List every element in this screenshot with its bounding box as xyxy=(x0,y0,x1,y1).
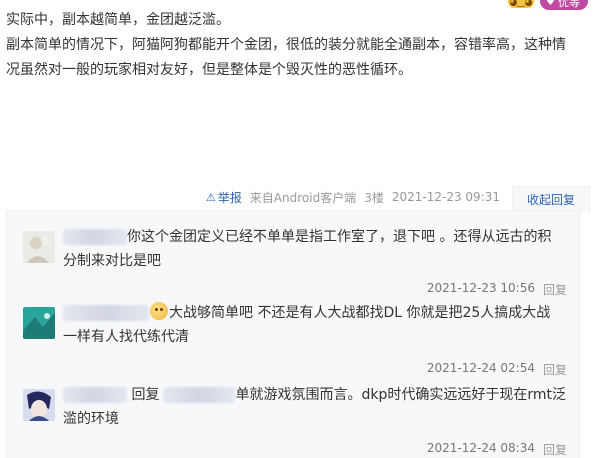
reply-meta: 2021-12-24 08:34 回复 xyxy=(427,441,567,458)
reply-meta: 2021-12-23 10:56 回复 xyxy=(427,281,567,298)
report-link[interactable]: ⚠ 举报 xyxy=(206,189,242,206)
post-meta: ⚠ 举报 来自Android客户端 3楼 2021-12-23 09:31 收起… xyxy=(0,185,590,213)
avatar[interactable] xyxy=(23,307,55,339)
reply-button[interactable]: 回复 xyxy=(543,361,567,378)
emoji-badge-icon: ◕‿◕ xyxy=(508,0,535,8)
reply-prefix: 回复 xyxy=(131,387,160,403)
reply-content: 大战够简单吧 不还是有人大战都找DL 你就是把25人搞成大战 一样有人找代练代清 xyxy=(63,301,579,349)
reply-text: 滥的环境 xyxy=(63,411,119,427)
floor-number: 3楼 xyxy=(364,190,384,205)
post-line: 副本简单的情况下，阿猫阿狗都能开个金团，很低的装分就能全通副本，容错率高，这种情 xyxy=(6,37,566,53)
reply-date: 2021-12-23 10:56 xyxy=(426,281,535,295)
reply-button[interactable]: 回复 xyxy=(543,281,567,298)
reply-username[interactable] xyxy=(63,387,127,403)
reply-mention[interactable] xyxy=(163,387,236,403)
reply-username[interactable] xyxy=(63,305,149,321)
reply-item: 大战够简单吧 不还是有人大战都找DL 你就是把25人搞成大战 一样有人找代练代清… xyxy=(23,301,575,377)
reply-username[interactable] xyxy=(63,229,127,245)
warning-icon: ⚠ xyxy=(205,190,216,204)
reply-text: 大战够简单吧 不还是有人大战都找DL 你就是把25人搞成大战 xyxy=(169,305,551,321)
report-label: 举报 xyxy=(217,190,242,205)
reply-item: 回复 单就游戏氛围而言。dkp时代确实远远好于现在rmt泛 滥的环境 2021-1… xyxy=(23,383,575,458)
reply-date: 2021-12-24 08:34 xyxy=(426,441,535,455)
reply-content: 你这个金团定义已经不单单是指工作室了，退下吧 。还得从远古的积 分制来对比是吧 xyxy=(63,225,579,273)
reply-content: 回复 单就游戏氛围而言。dkp时代确实远远好于现在rmt泛 滥的环境 xyxy=(63,383,579,431)
reply-text: 你这个金团定义已经不单单是指工作室了，退下吧 。还得从远古的积 xyxy=(127,229,552,245)
page: ◕‿◕ ♥ 优等 实际中，副本越简单，金团越泛滥。 副本简单的情况下，阿猫阿狗都… xyxy=(0,0,596,458)
avatar[interactable] xyxy=(23,231,55,263)
post-body: 实际中，副本越简单，金团越泛滥。 副本简单的情况下，阿猫阿狗都能开个金团，很低的… xyxy=(6,8,592,83)
reply-item: 你这个金团定义已经不单单是指工作室了，退下吧 。还得从远古的积 分制来对比是吧 … xyxy=(23,225,575,298)
reply-text: 分制来对比是吧 xyxy=(63,253,161,269)
reply-date: 2021-12-24 02:54 xyxy=(426,361,535,375)
collapse-replies-button[interactable]: 收起回复 xyxy=(511,185,590,213)
post-line: 况虽然对一般的玩家相对友好，但是整体是个毁灭性的恶性循环。 xyxy=(6,62,412,78)
reply-text: 一样有人找代练代清 xyxy=(63,329,189,345)
smile-emoji-icon xyxy=(150,302,168,320)
post-date: 2021-12-23 09:31 xyxy=(391,190,500,204)
reply-text: 单就游戏氛围而言。dkp时代确实远远好于现在rmt泛 xyxy=(235,387,566,403)
reply-button[interactable]: 回复 xyxy=(543,441,567,458)
reply-list: 你这个金团定义已经不单单是指工作室了，退下吧 。还得从远古的积 分制来对比是吧 … xyxy=(6,210,580,458)
reply-meta: 2021-12-24 02:54 回复 xyxy=(427,361,567,378)
post-line: 实际中，副本越简单，金团越泛滥。 xyxy=(6,12,230,28)
post-source: 来自Android客户端 xyxy=(249,190,357,205)
avatar[interactable] xyxy=(23,389,55,421)
